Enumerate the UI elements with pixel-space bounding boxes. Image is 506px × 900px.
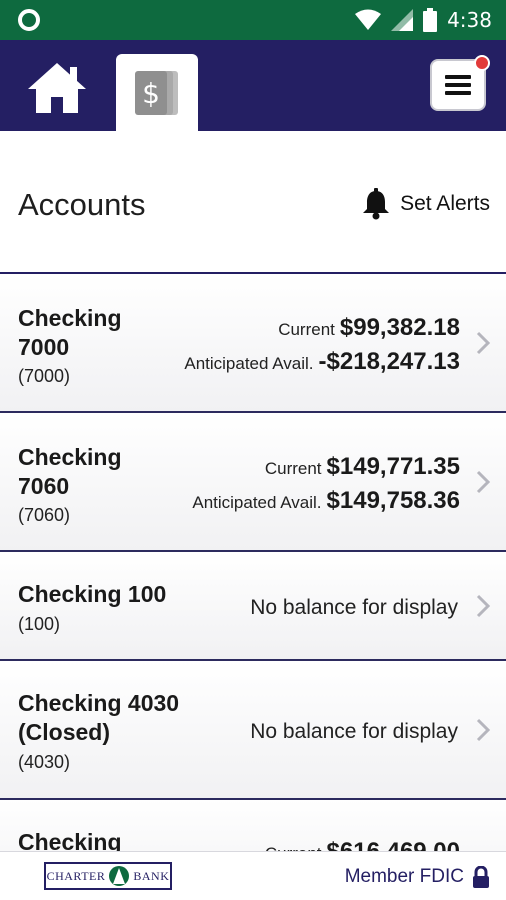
account-name-line2: 7060	[18, 473, 70, 499]
footer: CHARTER BANK Member FDIC	[0, 851, 506, 900]
account-name-line1: Checking 100	[18, 581, 167, 607]
account-row[interactable]: Checking 100 (100) No balance for displa…	[0, 552, 506, 661]
anticipated-value: $149,758.36	[326, 487, 460, 514]
anticipated-label: Anticipated Avail.	[192, 493, 322, 512]
home-button[interactable]	[22, 58, 92, 118]
logo-mark-icon	[109, 866, 130, 886]
app-notification-icon	[18, 9, 40, 31]
current-value: $99,382.18	[339, 314, 460, 341]
chevron-right-icon	[476, 470, 491, 494]
account-number: (7000)	[18, 366, 71, 386]
bell-icon	[363, 188, 390, 220]
chevron-right-icon	[476, 331, 491, 355]
account-name-line2: 7000	[18, 334, 70, 360]
current-value: $149,771.35	[326, 453, 460, 480]
page-title: Accounts	[18, 187, 146, 222]
fdic-notice: Member FDIC	[345, 866, 490, 888]
account-name-line1: Checking	[18, 444, 122, 470]
logo-text-right: BANK	[133, 868, 170, 883]
status-time: 4:38	[447, 8, 492, 32]
no-balance-text: No balance for display	[250, 596, 458, 619]
account-number: (7060)	[18, 505, 71, 525]
account-name: Checking 100	[18, 580, 166, 609]
hamburger-menu-icon	[445, 75, 471, 95]
account-row[interactable]: Checking 7060 (7060) Current $149,771.35…	[0, 413, 506, 552]
account-number: (100)	[18, 614, 61, 634]
signal-icon	[391, 9, 414, 31]
account-name: Checking 7060	[18, 443, 122, 501]
current-balance: Current $99,382.18	[278, 314, 460, 342]
accounts-dollar-icon: $	[135, 70, 178, 115]
current-label: Current	[264, 459, 322, 478]
wifi-icon	[355, 9, 382, 30]
account-name-line1: Checking	[18, 305, 122, 331]
account-name: Checking 7000	[18, 304, 122, 362]
svg-text:$: $	[142, 77, 160, 110]
status-bar: 4:38	[0, 0, 506, 40]
current-label: Current	[278, 320, 335, 339]
anticipated-balance: Anticipated Avail. -$218,247.13	[184, 348, 460, 376]
anticipated-value: -$218,247.13	[318, 348, 460, 375]
set-alerts-label: Set Alerts	[400, 192, 490, 215]
app-header: $	[0, 40, 506, 131]
chevron-right-icon	[476, 594, 491, 618]
current-balance: Current $149,771.35	[265, 453, 460, 481]
anticipated-balance: Anticipated Avail. $149,758.36	[192, 487, 460, 515]
fdic-label: Member FDIC	[344, 866, 464, 887]
notification-badge	[474, 55, 490, 71]
account-name-line2: (Closed)	[18, 719, 110, 745]
account-row[interactable]: Checking 4030 (Closed) (4030) No balance…	[0, 661, 506, 800]
chevron-right-icon	[476, 718, 491, 742]
no-balance-text: No balance for display	[250, 720, 458, 743]
page-header: Accounts Set Alerts	[0, 131, 506, 274]
tab-accounts[interactable]: $	[116, 54, 198, 131]
account-row[interactable]: Checking 7000 (7000) Current $99,382.18 …	[0, 274, 506, 413]
account-name: Checking 4030 (Closed)	[18, 689, 179, 747]
account-name-line1: Checking 4030	[18, 690, 180, 716]
set-alerts-button[interactable]: Set Alerts	[360, 188, 490, 220]
home-icon	[28, 63, 86, 113]
battery-icon	[423, 8, 438, 32]
logo-text-left: CHARTER	[46, 868, 106, 883]
anticipated-label: Anticipated Avail.	[184, 354, 314, 373]
account-number: (4030)	[18, 752, 71, 772]
status-icons: 4:38	[355, 6, 492, 34]
bank-logo: CHARTER BANK	[44, 862, 172, 890]
lock-icon	[473, 866, 489, 888]
menu-button[interactable]	[430, 55, 490, 111]
